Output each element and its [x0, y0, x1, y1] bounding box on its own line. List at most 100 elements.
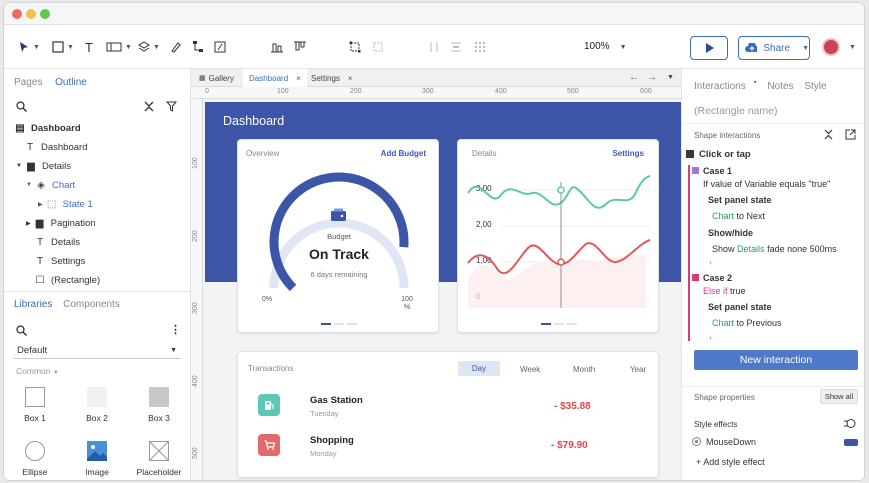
add-style-effect-icon[interactable]	[844, 418, 856, 429]
expand-arrow-icon[interactable]: ▶	[26, 220, 31, 227]
overview-pagination[interactable]	[321, 323, 357, 325]
add-action-button[interactable]: +	[708, 258, 713, 268]
tab-libraries[interactable]: Libraries	[14, 299, 52, 310]
case-1-label[interactable]: Case 1	[703, 166, 732, 176]
tab-interactions[interactable]: Interactions •	[694, 77, 757, 92]
show-all-button[interactable]: Show all	[820, 389, 858, 404]
tab-outline[interactable]: Outline	[55, 77, 87, 88]
tab-settings[interactable]: Settings ×	[305, 69, 359, 87]
close-tab-icon[interactable]: ×	[296, 74, 301, 83]
layers-tool[interactable]: ▼	[138, 39, 160, 55]
connector-tool[interactable]	[192, 39, 204, 55]
tree-item-dashboard[interactable]: T Dashboard	[4, 138, 191, 156]
expand-arrow-icon[interactable]: ▼	[16, 163, 22, 169]
grid-tool[interactable]	[474, 39, 486, 55]
case-1-condition[interactable]: If value of Variable equals "true"	[703, 179, 830, 189]
style-effect-mousedown[interactable]: MouseDown	[692, 437, 756, 447]
red-point-marker[interactable]	[557, 258, 565, 266]
tree-item-settings[interactable]: T Settings	[4, 252, 191, 270]
share-button[interactable]: Share ▼	[738, 36, 810, 60]
widget-tool[interactable]: ▼	[106, 39, 132, 55]
group-tool[interactable]	[349, 39, 361, 55]
tree-item-details-folder[interactable]: ▼ ▆ Details	[4, 157, 191, 175]
case-collapse-icon[interactable]	[692, 167, 699, 174]
text-tool[interactable]: T	[85, 39, 93, 55]
tree-item-details-text[interactable]: T Details	[4, 233, 191, 251]
details-card[interactable]: Details Settings 3,00 2,00 1,00 0	[457, 139, 659, 333]
action-2-detail[interactable]: Show Details fade none 500ms	[712, 244, 837, 254]
arrow-left-icon[interactable]: ←	[629, 72, 639, 83]
period-month[interactable]: Month	[573, 365, 595, 374]
settings-link[interactable]: Settings	[612, 149, 644, 158]
tree-item-rectangle[interactable]: ☐ (Rectangle)	[4, 271, 191, 289]
search-icon[interactable]	[16, 101, 27, 112]
maximize-window-button[interactable]	[40, 9, 50, 19]
tree-item-state1[interactable]: ▶ ⬚ State 1	[4, 195, 191, 213]
tree-item-chart[interactable]: ▼ ◈ Chart	[4, 176, 191, 194]
shape-name-input[interactable]: (Rectangle name)	[694, 105, 777, 117]
case-2-label[interactable]: Case 2	[703, 273, 732, 283]
section-common[interactable]: Common ▼	[16, 366, 59, 376]
expand-arrow-icon[interactable]: ▼	[26, 182, 32, 188]
action-show-hide[interactable]: Show/hide	[708, 228, 753, 238]
overview-card[interactable]: Overview Add Budget Budget On Track 6 da…	[237, 139, 439, 333]
event-collapse-icon[interactable]	[686, 150, 694, 158]
ungroup-tool[interactable]	[372, 39, 384, 55]
add-budget-link[interactable]: Add Budget	[381, 149, 426, 158]
more-options-icon[interactable]: ⋮	[170, 323, 181, 336]
filter-icon[interactable]	[166, 101, 178, 112]
tab-style[interactable]: Style	[804, 81, 826, 92]
component-ellipse[interactable]: Ellipse	[10, 441, 60, 477]
row-tool[interactable]	[450, 39, 462, 55]
tab-gallery[interactable]: ▦ Gallery	[193, 69, 240, 87]
close-window-button[interactable]	[12, 9, 22, 19]
tree-item-page-dashboard[interactable]: ▤ Dashboard	[4, 119, 191, 137]
select-tool[interactable]: ▼	[18, 39, 40, 55]
add-style-effect-link[interactable]: + Add style effect	[696, 457, 765, 467]
pen-tool[interactable]	[170, 39, 182, 55]
align-top-tool[interactable]	[270, 39, 284, 55]
component-placeholder[interactable]: Placeholder	[134, 441, 184, 477]
case-collapse-icon[interactable]	[692, 274, 699, 281]
action-1-detail[interactable]: Chart to Next	[712, 211, 765, 221]
event-click-or-tap[interactable]: Click or tap	[699, 149, 751, 160]
minimize-window-button[interactable]	[26, 9, 36, 19]
tab-pages[interactable]: Pages	[14, 77, 42, 88]
period-week[interactable]: Week	[520, 365, 540, 374]
component-box3[interactable]: Box 3	[134, 387, 184, 423]
account-menu-chevron-icon[interactable]: ▼	[849, 44, 856, 51]
component-image[interactable]: Image	[72, 441, 122, 477]
component-box1[interactable]: Box 1	[10, 387, 60, 423]
zoom-select[interactable]: 100% ▼	[584, 41, 627, 52]
action-set-panel-state[interactable]: Set panel state	[708, 302, 772, 312]
collapse-all-icon[interactable]	[144, 101, 154, 112]
hotspot-tool[interactable]	[214, 39, 226, 55]
collapse-icon[interactable]	[824, 129, 833, 140]
search-icon[interactable]	[16, 325, 27, 336]
close-tab-icon[interactable]: ×	[348, 74, 353, 83]
period-day[interactable]: Day	[458, 361, 500, 376]
library-select[interactable]: Default ▼	[13, 343, 181, 359]
case-2-condition[interactable]: Else if true	[703, 286, 746, 296]
add-action-button[interactable]: +	[708, 333, 713, 343]
rectangle-tool[interactable]: ▼	[52, 39, 74, 55]
action-3-detail[interactable]: Chart to Previous	[712, 318, 782, 328]
effect-color-swatch[interactable]	[844, 439, 858, 446]
expand-arrow-icon[interactable]: ▶	[38, 201, 43, 208]
distribute-tool[interactable]	[293, 39, 307, 55]
tab-notes[interactable]: Notes	[767, 81, 793, 92]
action-set-panel-state[interactable]: Set panel state	[708, 195, 772, 205]
teal-point-marker[interactable]	[557, 186, 565, 194]
tab-components[interactable]: Components	[63, 299, 120, 310]
open-external-icon[interactable]	[845, 129, 856, 140]
tree-item-pagination[interactable]: ▶ ▆ Pagination	[4, 214, 191, 232]
component-box2[interactable]: Box 2	[72, 387, 122, 423]
tabs-menu-chevron-icon[interactable]: ▼	[667, 74, 674, 81]
col-tool[interactable]	[428, 39, 440, 55]
period-year[interactable]: Year	[630, 365, 646, 374]
tab-dashboard[interactable]: Dashboard ×	[243, 69, 307, 87]
arrow-right-icon[interactable]: →	[647, 72, 657, 83]
details-pagination[interactable]	[541, 323, 577, 325]
avatar[interactable]	[822, 38, 840, 56]
preview-button[interactable]	[690, 36, 728, 60]
